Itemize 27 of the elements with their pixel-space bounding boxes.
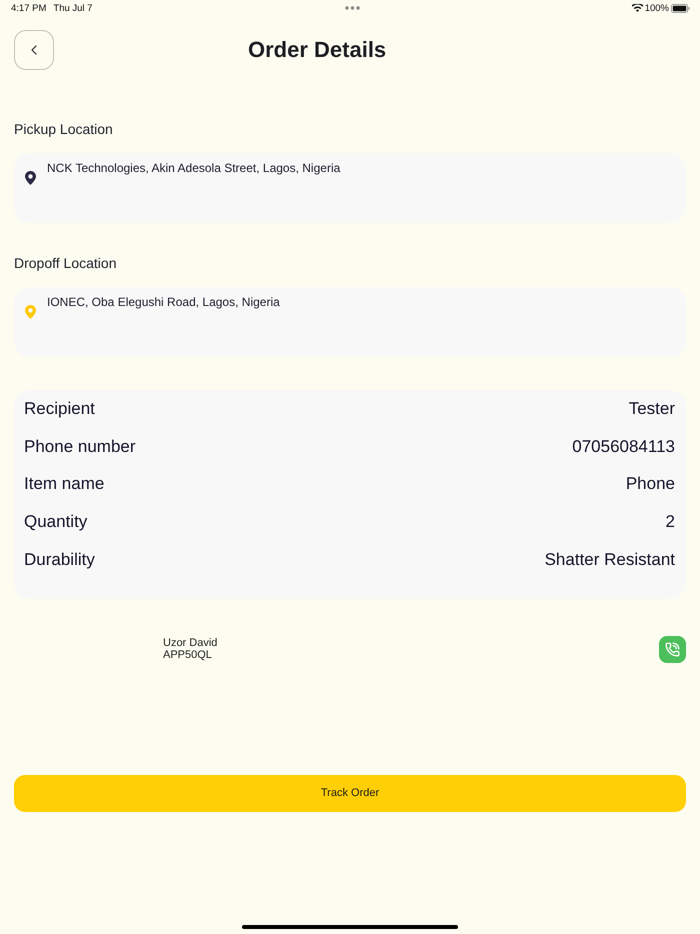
page-title: Order Details (248, 37, 386, 63)
driver-name: Uzor David (163, 637, 218, 650)
detail-value: 07056084113 (572, 436, 675, 457)
detail-value: Tester (628, 398, 675, 419)
detail-label: Quantity (24, 512, 88, 532)
phone-icon (665, 642, 680, 657)
detail-value: Shatter Resistant (544, 550, 675, 570)
status-date: Thu Jul 7 (53, 2, 92, 14)
status-time: 4:17 PM (11, 2, 46, 14)
detail-value: Phone (626, 474, 675, 494)
address-text: IONEC, Oba Elegushi Road, Lagos, Nigeria (47, 294, 280, 310)
track-order-button[interactable]: Track Order (14, 774, 686, 812)
back-button[interactable] (14, 30, 54, 70)
more-dots-icon[interactable] (344, 6, 360, 10)
detail-label: Durability (24, 550, 95, 570)
section-label: Pickup Location (14, 120, 113, 138)
detail-label: Recipient (24, 398, 95, 419)
battery-percentage: 100% (644, 2, 669, 14)
wifi-icon (632, 4, 643, 12)
detail-label: Phone number (24, 436, 136, 457)
section-label: Dropoff Location (14, 254, 116, 272)
address-text: NCK Technologies, Akin Adesola Street, Lagos, Nigeria (47, 160, 340, 176)
detail-label: Item name (24, 474, 104, 494)
battery-icon (671, 4, 690, 12)
call-button[interactable] (659, 636, 686, 663)
vehicle-plate: APP50QL (163, 649, 212, 662)
detail-value: 2 (666, 512, 675, 532)
